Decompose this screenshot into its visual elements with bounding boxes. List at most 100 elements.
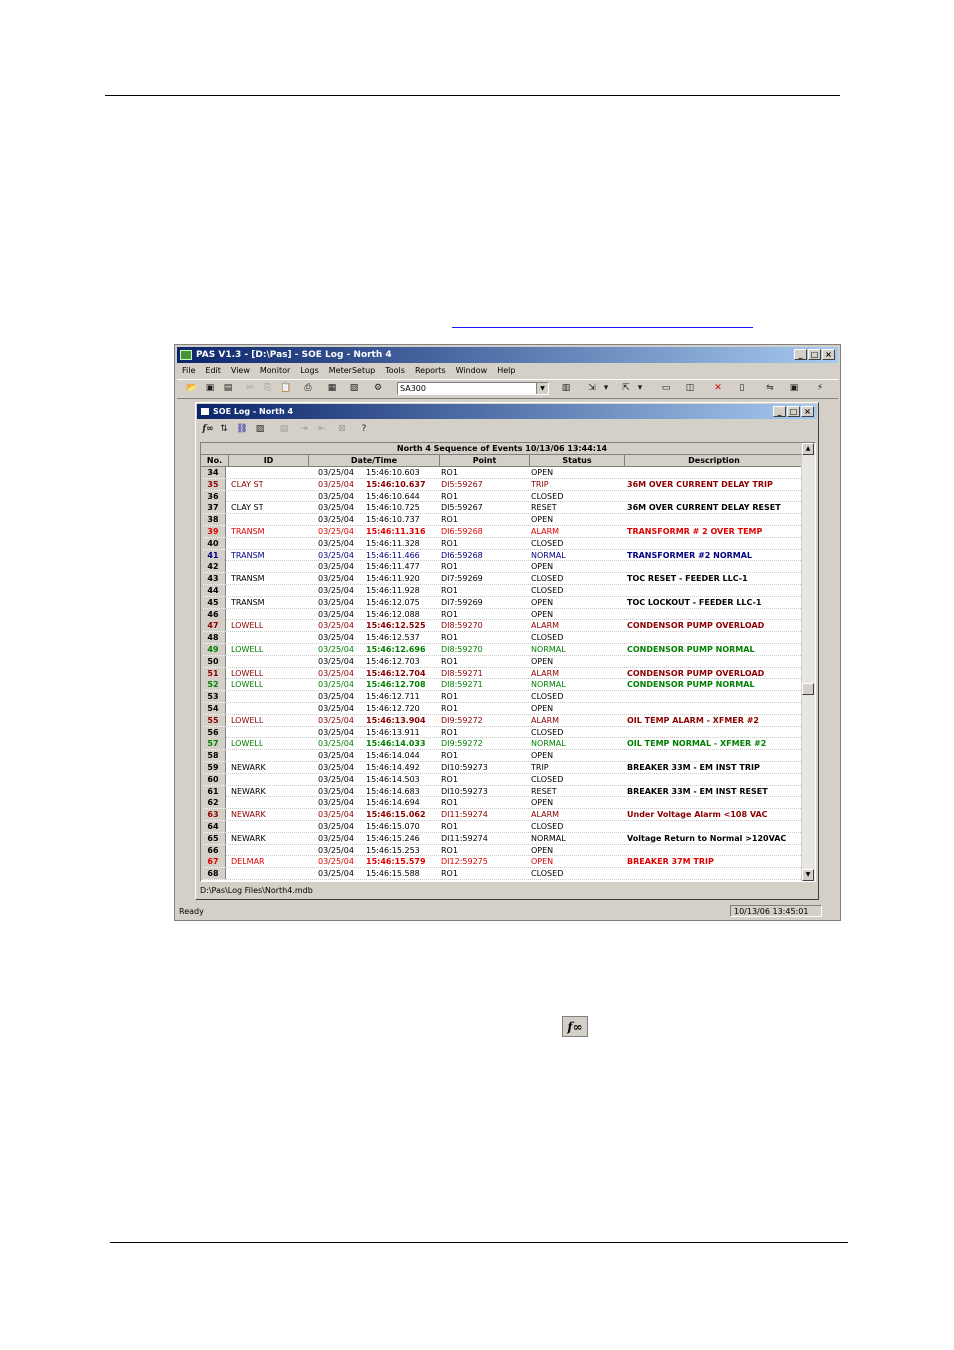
menu-file[interactable]: File — [177, 364, 200, 378]
table-row[interactable]: 39 TRANSM 03/25/04 15:46:11.316 DI6:59268 ALA… — [201, 525, 803, 538]
row-number: 45 — [201, 596, 226, 608]
table-row[interactable]: 56 03/25/04 15:46:13.911 RO1 CLOSED — [201, 726, 803, 739]
print-icon[interactable]: ⎙ — [301, 382, 315, 395]
table-row[interactable]: 46 03/25/04 15:46:12.088 RO1 OPEN — [201, 608, 803, 621]
table-row[interactable]: 43 TRANSM 03/25/04 15:46:11.920 DI7:59269 CLO… — [201, 573, 803, 585]
chevron-down-icon[interactable]: ▼ — [536, 383, 548, 394]
vertical-scrollbar[interactable]: ▲ ▼ — [801, 443, 815, 881]
doc-maximize-button[interactable]: □ — [787, 406, 800, 417]
table-row[interactable]: 37 CLAY ST 03/25/04 15:46:10.725 DI5:59267 RE… — [201, 502, 803, 515]
menu-tools[interactable]: Tools — [380, 364, 410, 378]
table-row[interactable]: 62 03/25/04 15:46:14.694 RO1 OPEN — [201, 797, 803, 810]
properties-icon[interactable]: ▨ — [253, 423, 267, 436]
table-row[interactable]: 52 LOWELL 03/25/04 15:46:12.708 DI8:59271 NOR… — [201, 679, 803, 692]
back-icon[interactable]: ⇤ — [315, 423, 329, 436]
table-row[interactable]: 38 03/25/04 15:46:10.737 RO1 OPEN — [201, 514, 803, 526]
menu-view[interactable]: View — [226, 364, 255, 378]
table-row[interactable]: 54 03/25/04 15:46:12.720 RO1 OPEN — [201, 702, 803, 715]
table-row[interactable]: 34 03/25/04 15:46:10.603 RO1 OPEN — [201, 467, 803, 479]
scroll-down-icon[interactable]: ▼ — [802, 869, 814, 881]
table-row[interactable]: 66 03/25/04 15:46:15.253 RO1 OPEN — [201, 844, 803, 857]
close-button[interactable]: × — [822, 349, 835, 360]
row-status: ALARM — [531, 715, 560, 725]
device-select-value: SA300 — [400, 384, 426, 393]
maximize-button[interactable]: □ — [808, 349, 821, 360]
help-icon[interactable]: ? — [357, 423, 371, 436]
table-row[interactable]: 51 LOWELL 03/25/04 15:46:12.704 DI8:59271 ALA… — [201, 667, 803, 680]
connect-icon[interactable]: ⚙ — [371, 382, 385, 395]
table-row[interactable]: 55 LOWELL 03/25/04 15:46:13.904 DI9:59272 ALA… — [201, 714, 803, 727]
download-icon[interactable]: ⇲ — [585, 382, 599, 395]
column-header-id[interactable]: ID — [229, 455, 309, 466]
table-row[interactable]: 36 03/25/04 15:46:10.644 RO1 CLOSED — [201, 490, 803, 503]
save-all-icon[interactable]: ▤ — [221, 382, 235, 395]
row-point: RO1 — [441, 491, 458, 501]
device-select[interactable]: SA300 ▼ — [397, 382, 549, 395]
table-row[interactable]: 49 LOWELL 03/25/04 15:46:12.696 DI8:59270 NOR… — [201, 643, 803, 656]
table-row[interactable]: 67 DELMAR 03/25/04 15:46:15.579 DI12:59275 OP… — [201, 856, 803, 869]
gen-icon[interactable]: ⚡ — [813, 382, 827, 395]
column-header-datetime[interactable]: Date/Time — [309, 455, 440, 466]
forward-icon[interactable]: ⇥ — [297, 423, 311, 436]
table-row[interactable]: 63 NEWARK 03/25/04 15:46:15.062 DI11:59274 AL… — [201, 809, 803, 821]
monitor-icon[interactable]: ▭ — [659, 382, 673, 395]
transfer-icon[interactable]: ⇋ — [763, 382, 777, 395]
menu-reports[interactable]: Reports — [410, 364, 451, 378]
table-row[interactable]: 42 03/25/04 15:46:11.477 RO1 OPEN — [201, 561, 803, 574]
open-folder-icon[interactable]: 📂 — [185, 382, 199, 395]
column-header-no[interactable]: No. — [201, 455, 229, 466]
menu-help[interactable]: Help — [492, 364, 520, 378]
save-icon[interactable]: ▣ — [203, 382, 217, 395]
trend-icon[interactable]: ◫ — [683, 382, 697, 395]
page-icon[interactable]: ▯ — [735, 382, 749, 395]
table-row[interactable]: 45 TRANSM 03/25/04 15:46:12.075 DI7:59269 OPE… — [201, 596, 803, 609]
table-row[interactable]: 50 03/25/04 15:46:12.703 RO1 OPEN — [201, 655, 803, 668]
table-row[interactable]: 57 LOWELL 03/25/04 15:46:14.033 DI9:59272 NOR… — [201, 738, 803, 751]
soe-grid[interactable]: North 4 Sequence of Events 10/13/06 13:4… — [200, 442, 816, 882]
upload-dropdown-icon[interactable]: ▾ — [633, 382, 647, 395]
table-row[interactable]: 64 03/25/04 15:46:15.070 RO1 CLOSED — [201, 820, 803, 833]
table-row[interactable]: 40 03/25/04 15:46:11.328 RO1 CLOSED — [201, 537, 803, 550]
cancel-icon[interactable]: ⊠ — [335, 423, 349, 436]
table-row[interactable]: 58 03/25/04 15:46:14.044 RO1 OPEN — [201, 750, 803, 762]
doc-minimize-button[interactable]: _ — [773, 406, 786, 417]
window-icon[interactable]: ▣ — [787, 382, 801, 395]
hyperlink-underline[interactable] — [452, 327, 753, 328]
menu-window[interactable]: Window — [451, 364, 493, 378]
table-row[interactable]: 68 03/25/04 15:46:15.588 RO1 CLOSED — [201, 868, 803, 880]
table-row[interactable]: 48 03/25/04 15:46:12.537 RO1 CLOSED — [201, 632, 803, 644]
table-row[interactable]: 35 CLAY ST 03/25/04 15:46:10.637 DI5:59267 TR… — [201, 478, 803, 491]
table-row[interactable]: 41 TRANSM 03/25/04 15:46:11.466 DI6:59268 NOR… — [201, 549, 803, 562]
link-icon[interactable]: ⛓ — [235, 423, 249, 436]
table-row[interactable]: 47 LOWELL 03/25/04 15:46:12.525 DI8:59270 ALA… — [201, 620, 803, 633]
table-row[interactable]: 53 03/25/04 15:46:12.711 RO1 CLOSED — [201, 691, 803, 703]
sort-icon[interactable]: ⇅ — [217, 423, 231, 436]
menu-metersetup[interactable]: MeterSetup — [324, 364, 380, 378]
filter-fx-icon[interactable]: f∞ — [201, 423, 215, 436]
menu-monitor[interactable]: Monitor — [255, 364, 295, 378]
table-row[interactable]: 59 NEWARK 03/25/04 15:46:14.492 DI10:59273 TR… — [201, 761, 803, 774]
download-dropdown-icon[interactable]: ▾ — [599, 382, 613, 395]
table-row[interactable]: 61 NEWARK 03/25/04 15:46:14.683 DI10:59273 RE… — [201, 785, 803, 798]
scroll-up-icon[interactable]: ▲ — [802, 443, 814, 455]
copy-icon[interactable]: ⎘ — [261, 382, 275, 395]
menu-edit[interactable]: Edit — [200, 364, 226, 378]
preview-icon[interactable]: ▦ — [325, 382, 339, 395]
column-header-point[interactable]: Point — [440, 455, 530, 466]
upload-icon[interactable]: ⇱ — [619, 382, 633, 395]
table-row[interactable]: 60 03/25/04 15:46:14.503 RO1 CLOSED — [201, 773, 803, 786]
minimize-button[interactable]: _ — [794, 349, 807, 360]
properties-icon[interactable]: ▨ — [347, 382, 361, 395]
doc-close-button[interactable]: × — [801, 406, 814, 417]
table-row[interactable]: 65 NEWARK 03/25/04 15:46:15.246 DI11:59274 NO… — [201, 832, 803, 845]
setup-icon[interactable]: ▤ — [277, 423, 291, 436]
scroll-thumb[interactable] — [802, 683, 814, 695]
menu-logs[interactable]: Logs — [295, 364, 323, 378]
column-header-status[interactable]: Status — [530, 455, 625, 466]
cut-icon[interactable]: ✂ — [243, 382, 257, 395]
column-header-description[interactable]: Description — [625, 455, 803, 466]
paste-icon[interactable]: 📋 — [279, 382, 293, 395]
table-icon[interactable]: ▥ — [559, 382, 573, 395]
stop-icon[interactable]: ✕ — [711, 382, 725, 395]
table-row[interactable]: 44 03/25/04 15:46:11.928 RO1 CLOSED — [201, 584, 803, 597]
